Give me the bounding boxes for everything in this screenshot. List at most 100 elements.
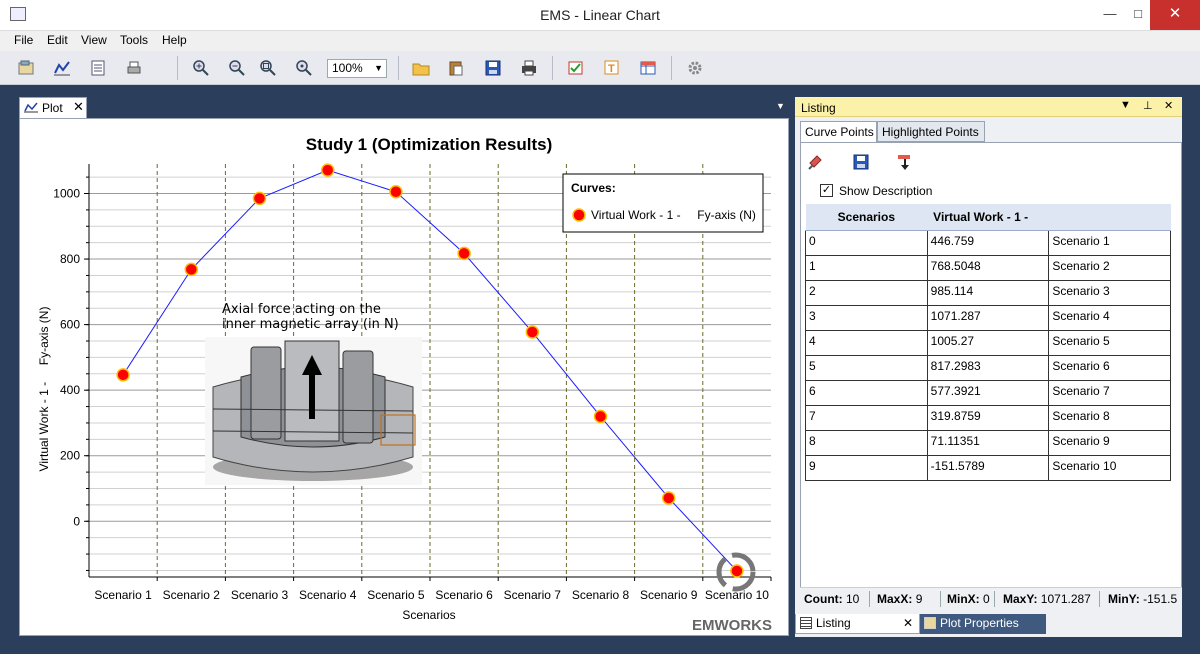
table-cell[interactable]: 768.5048 xyxy=(926,254,1050,281)
zoom-fit-icon[interactable] xyxy=(258,58,278,78)
tab-curve-points[interactable]: Curve Points xyxy=(800,121,877,142)
data-point[interactable] xyxy=(184,262,199,277)
save-icon[interactable] xyxy=(852,153,870,171)
data-point[interactable] xyxy=(730,564,744,578)
table-cell[interactable]: 0 xyxy=(805,229,928,256)
table-cell[interactable]: 6 xyxy=(805,379,928,406)
table-cell[interactable]: 985.114 xyxy=(926,279,1050,306)
pin-icon[interactable]: ⊥ xyxy=(1143,99,1153,112)
data-point[interactable] xyxy=(252,191,267,206)
table-row[interactable]: 2 985.114 Scenario 3 xyxy=(805,279,1171,306)
table-row[interactable]: 7 319.8759 Scenario 8 xyxy=(805,404,1171,431)
table-cell[interactable]: -151.5789 xyxy=(926,454,1050,481)
menu-view[interactable]: View xyxy=(81,33,107,47)
table-cell[interactable]: Scenario 7 xyxy=(1048,379,1171,406)
save-icon[interactable] xyxy=(483,58,503,78)
open-folder-icon[interactable] xyxy=(411,58,431,78)
table-row[interactable]: 1 768.5048 Scenario 2 xyxy=(805,254,1171,281)
table-cell[interactable]: 9 xyxy=(805,454,928,481)
y-tick-label: 200 xyxy=(60,449,80,463)
table-cell[interactable]: 5 xyxy=(805,354,928,381)
tab-plot-label: Plot xyxy=(42,101,63,115)
table-cell[interactable]: 1 xyxy=(805,254,928,281)
tab-plot[interactable]: Plot ✕ xyxy=(19,97,87,118)
export-down-icon[interactable] xyxy=(896,153,914,171)
chart-icon[interactable] xyxy=(52,58,72,78)
data-point[interactable] xyxy=(320,163,335,177)
properties-icon[interactable] xyxy=(16,58,36,78)
gear-icon[interactable] xyxy=(685,58,705,78)
table-cell[interactable]: 446.759 xyxy=(926,229,1050,256)
table-cell[interactable]: 1071.287 xyxy=(926,304,1050,331)
checklist-icon[interactable] xyxy=(566,58,586,78)
zoom-select[interactable]: 100% ▼ xyxy=(327,59,387,78)
table-cell[interactable]: Scenario 5 xyxy=(1048,329,1171,356)
table-cell[interactable]: 8 xyxy=(805,429,928,456)
table-row[interactable]: 0 446.759 Scenario 1 xyxy=(805,229,1171,256)
text-format-icon[interactable]: T xyxy=(602,58,622,78)
zoom-in-icon[interactable] xyxy=(191,58,211,78)
printer-setup-icon[interactable] xyxy=(124,58,144,78)
table-row[interactable]: 6 577.3921 Scenario 7 xyxy=(805,379,1171,406)
zoom-out-icon[interactable] xyxy=(227,58,247,78)
tab-plot-properties[interactable]: Plot Properties xyxy=(920,614,1046,634)
table-cell[interactable]: 319.8759 xyxy=(926,404,1050,431)
y-tick-label: 600 xyxy=(60,318,80,332)
x-tick-label: Scenario 6 xyxy=(435,588,493,602)
table-cell[interactable]: 3 xyxy=(805,304,928,331)
print-icon[interactable] xyxy=(519,58,539,78)
tab-listing[interactable]: Listing ✕ xyxy=(795,614,920,634)
zoom-window-icon[interactable] xyxy=(294,58,314,78)
table-row[interactable]: 3 1071.287 Scenario 4 xyxy=(805,304,1171,331)
minimize-button[interactable]: — xyxy=(1096,0,1124,30)
table-cell[interactable]: Scenario 4 xyxy=(1048,304,1171,331)
close-button[interactable]: ✕ xyxy=(1150,0,1200,30)
table-cell[interactable]: 71.11351 xyxy=(926,429,1050,456)
data-point[interactable] xyxy=(116,368,130,382)
table-cell[interactable]: 817.2983 xyxy=(926,354,1050,381)
curve-points-table: Scenarios Virtual Work - 1 - 0 446.759 Sce… xyxy=(805,204,1171,481)
menu-file[interactable]: File xyxy=(14,33,33,47)
close-icon[interactable]: ✕ xyxy=(1164,99,1173,112)
data-point[interactable] xyxy=(525,325,540,339)
maximize-button[interactable]: □ xyxy=(1124,0,1152,30)
table-cell[interactable]: Scenario 3 xyxy=(1048,279,1171,306)
table-row[interactable]: 5 817.2983 Scenario 6 xyxy=(805,354,1171,381)
data-point[interactable] xyxy=(593,409,608,424)
data-point[interactable] xyxy=(389,185,403,199)
menu-help[interactable]: Help xyxy=(162,33,187,47)
table-cell[interactable]: Scenario 8 xyxy=(1048,404,1171,431)
table-cell[interactable]: 577.3921 xyxy=(926,379,1050,406)
table-header-row: Scenarios Virtual Work - 1 - xyxy=(805,204,1171,231)
data-point[interactable] xyxy=(457,246,471,261)
pin-points-icon[interactable] xyxy=(807,153,825,171)
table-cell[interactable]: 7 xyxy=(805,404,928,431)
table-cell[interactable]: 4 xyxy=(805,329,928,356)
table-cell[interactable]: Scenario 10 xyxy=(1048,454,1171,481)
table-cell[interactable]: Scenario 1 xyxy=(1048,229,1171,256)
table-row[interactable]: 8 71.11351 Scenario 9 xyxy=(805,429,1171,456)
table-cell[interactable]: 1005.27 xyxy=(926,329,1050,356)
table-cell[interactable]: Scenario 2 xyxy=(1048,254,1171,281)
close-icon[interactable]: ✕ xyxy=(73,99,84,115)
checkbox[interactable]: ✓ xyxy=(820,184,833,197)
chevron-down-icon[interactable]: ▼ xyxy=(1120,99,1131,111)
column-header[interactable] xyxy=(1048,204,1171,231)
tab-highlighted-points[interactable]: Highlighted Points xyxy=(877,121,985,142)
table-export-icon[interactable] xyxy=(638,58,658,78)
column-header[interactable]: Scenarios xyxy=(805,204,928,231)
table-cell[interactable]: 2 xyxy=(805,279,928,306)
chevron-down-icon: ▼ xyxy=(374,63,383,73)
close-icon[interactable]: ✕ xyxy=(903,616,913,630)
paste-icon[interactable] xyxy=(446,58,466,78)
column-header[interactable]: Virtual Work - 1 - xyxy=(927,204,1049,231)
chevron-down-icon[interactable]: ▼ xyxy=(776,101,785,111)
table-row[interactable]: 9 -151.5789 Scenario 10 xyxy=(805,454,1171,481)
table-cell[interactable]: Scenario 9 xyxy=(1048,429,1171,456)
table-row[interactable]: 4 1005.27 Scenario 5 xyxy=(805,329,1171,356)
menu-edit[interactable]: Edit xyxy=(47,33,68,47)
menu-tools[interactable]: Tools xyxy=(120,33,148,47)
report-icon[interactable] xyxy=(88,58,108,78)
table-cell[interactable]: Scenario 6 xyxy=(1048,354,1171,381)
data-point[interactable] xyxy=(661,491,676,505)
